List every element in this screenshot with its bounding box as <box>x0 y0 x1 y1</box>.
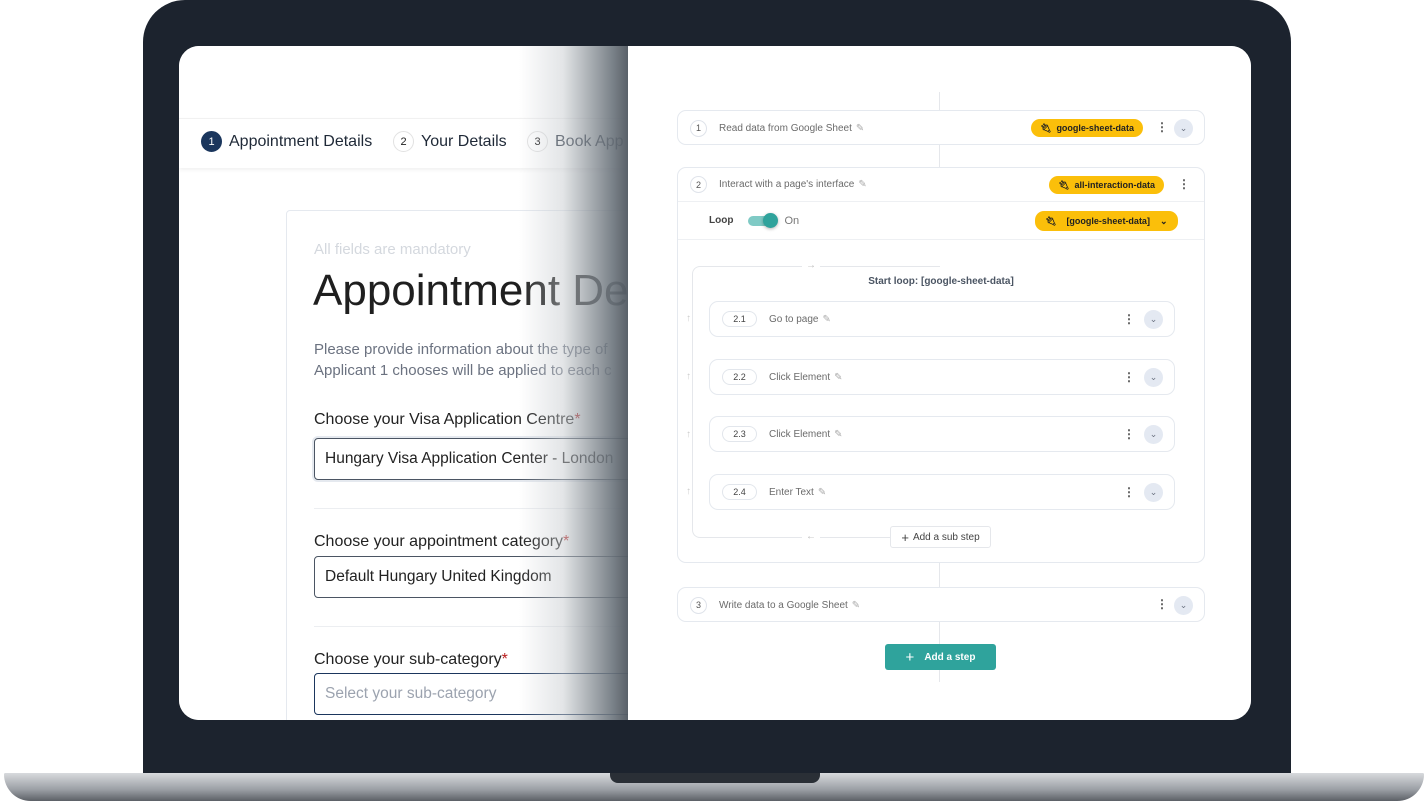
edit-pencil-icon[interactable]: ✎ <box>858 179 866 190</box>
loop-row: Loop On 🔌︎ [google-sheet-data] ⌄ <box>678 202 1204 240</box>
plug-icon: 🔌︎ <box>1058 179 1070 190</box>
visa-centre-select[interactable]: Hungary Visa Application Center - London <box>314 438 628 480</box>
sub-step-number: 2.2 <box>722 369 757 385</box>
step-number: 3 <box>690 596 707 614</box>
workflow-step-1[interactable]: 1 Read data from Google Sheet ✎ 🔌︎ google-s… <box>677 110 1205 145</box>
sub-step-2.1[interactable]: 2.1 Go to page ✎ ⋮ ⌄ <box>709 301 1175 337</box>
workflow-step-3[interactable]: 3 Write data to a Google Sheet ✎ ⋮ ⌄ <box>677 587 1205 622</box>
loop-state: On <box>784 214 800 227</box>
edit-pencil-icon[interactable]: ✎ <box>852 600 860 611</box>
step-title: Write data to a Google Sheet <box>719 599 848 611</box>
appointment-form-pane: 1 Appointment Details 2 Your Details 3 Book… <box>179 46 628 720</box>
sub-step-2.3[interactable]: 2.3 Click Element ✎ ⋮ ⌄ <box>709 416 1175 452</box>
stepper-item-your-details[interactable]: 2 Your Details <box>393 131 507 152</box>
sub-step-2.4[interactable]: 2.4 Enter Text ✎ ⋮ ⌄ <box>709 474 1175 510</box>
intro-line-1: Please provide information about the typ… <box>314 341 608 358</box>
mandatory-note: All fields are mandatory <box>314 241 471 258</box>
chevron-down-icon[interactable]: ⌄ <box>1174 119 1193 138</box>
edit-pencil-icon[interactable]: ✎ <box>834 372 842 383</box>
step-number: 2 <box>393 131 414 152</box>
more-options-icon[interactable]: ⋮ <box>1156 121 1168 133</box>
appointment-category-select[interactable]: Default Hungary United Kingdom <box>314 556 628 598</box>
step-number: 1 <box>201 131 222 152</box>
edit-pencil-icon[interactable]: ✎ <box>822 314 830 325</box>
step-number: 1 <box>690 119 707 137</box>
workflow-step-2: 2 Interact with a page's interface ✎ 🔌︎ all… <box>677 167 1205 563</box>
output-chip[interactable]: 🔌︎ all-interaction-data <box>1049 176 1164 194</box>
edit-pencil-icon[interactable]: ✎ <box>818 487 826 498</box>
sub-step-number: 2.1 <box>722 311 757 327</box>
output-chip[interactable]: 🔌︎ google-sheet-data <box>1031 119 1143 137</box>
form-stepper: 1 Appointment Details 2 Your Details 3 Book… <box>179 118 628 168</box>
step-number: 2 <box>690 176 707 193</box>
arrow-left-icon: ← <box>802 531 820 542</box>
sub-step-title: Click Element <box>769 428 831 440</box>
divider <box>314 626 628 627</box>
sub-step-number: 2.3 <box>722 426 757 442</box>
visa-centre-label: Choose your Visa Application Centre* <box>314 411 581 428</box>
arrow-up-icon: ↑ <box>686 371 691 382</box>
workflow-pane: 1 Read data from Google Sheet ✎ 🔌︎ google-s… <box>628 46 1251 720</box>
loop-toggle[interactable] <box>748 212 779 228</box>
edit-pencil-icon[interactable]: ✎ <box>834 429 842 440</box>
laptop-screen: 1 Appointment Details 2 Your Details 3 Book… <box>179 46 1251 720</box>
chevron-down-icon[interactable]: ⌄ <box>1144 483 1163 502</box>
step-title: Read data from Google Sheet <box>719 122 852 134</box>
loop-label: Loop <box>709 215 734 226</box>
step-label: Your Details <box>421 132 507 150</box>
add-step-button[interactable]: + Add a step <box>885 644 996 670</box>
more-options-icon[interactable]: ⋮ <box>1123 486 1135 498</box>
arrow-up-icon: ↑ <box>686 486 691 497</box>
arrow-up-icon: ↑ <box>686 313 691 324</box>
intro-line-2: Applicant 1 chooses will be applied to e… <box>314 362 612 379</box>
plus-icon: + <box>905 648 915 666</box>
plus-icon: + <box>901 529 909 545</box>
chevron-down-icon[interactable]: ⌄ <box>1144 368 1163 387</box>
stepper-item-appointment-details[interactable]: 1 Appointment Details <box>201 131 372 152</box>
sub-category-label: Choose your sub-category* <box>314 651 508 668</box>
step-number: 3 <box>527 131 548 152</box>
more-options-icon[interactable]: ⋮ <box>1123 428 1135 440</box>
sub-step-2.2[interactable]: 2.2 Click Element ✎ ⋮ ⌄ <box>709 359 1175 395</box>
chevron-down-icon: ⌄ <box>1159 215 1168 226</box>
stepper-item-book-appointment[interactable]: 3 Book App <box>527 131 624 152</box>
sub-step-title: Click Element <box>769 371 831 383</box>
more-options-icon[interactable]: ⋮ <box>1178 178 1190 190</box>
plug-icon: 🔌︎ <box>1040 122 1052 133</box>
sub-step-title: Enter Text <box>769 486 814 498</box>
step-title: Interact with a page's interface <box>719 179 855 190</box>
edit-pencil-icon[interactable]: ✎ <box>856 123 864 134</box>
divider <box>314 508 628 509</box>
step-label: Book App <box>555 132 624 150</box>
arrow-up-icon: ↑ <box>686 429 691 440</box>
more-options-icon[interactable]: ⋮ <box>1123 371 1135 383</box>
plug-icon: 🔌︎ <box>1045 215 1057 226</box>
step-label: Appointment Details <box>229 132 373 150</box>
laptop-notch <box>610 773 820 783</box>
chevron-down-icon[interactable]: ⌄ <box>1174 596 1193 615</box>
loop-start-label: Start loop: [google-sheet-data] <box>868 276 1014 287</box>
sub-step-title: Go to page <box>769 313 819 325</box>
chevron-down-icon[interactable]: ⌄ <box>1144 310 1163 329</box>
more-options-icon[interactable]: ⋮ <box>1123 313 1135 325</box>
add-sub-step-button[interactable]: + Add a sub step <box>890 526 991 548</box>
arrow-right-icon: → <box>802 260 820 271</box>
loop-source-dropdown[interactable]: 🔌︎ [google-sheet-data] ⌄ <box>1035 211 1178 231</box>
sub-category-select[interactable]: Select your sub-category <box>314 673 628 715</box>
chevron-down-icon[interactable]: ⌄ <box>1144 425 1163 444</box>
sub-step-number: 2.4 <box>722 484 757 500</box>
appointment-category-label: Choose your appointment category* <box>314 533 570 550</box>
more-options-icon[interactable]: ⋮ <box>1156 598 1168 610</box>
page-title: Appointment De <box>313 266 628 315</box>
